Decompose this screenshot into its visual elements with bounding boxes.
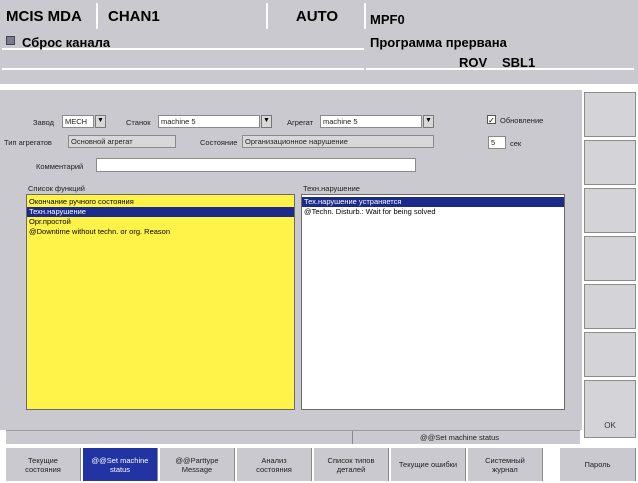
comment-field[interactable]	[96, 158, 416, 172]
functions-list[interactable]: Окончание ручного состояния Техн.нарушен…	[26, 194, 295, 410]
softkey-state-analysis[interactable]: Анализ состояния	[237, 448, 312, 481]
unit-field[interactable]: machine 5	[320, 115, 422, 128]
list-item-selected[interactable]: Техн.нарушение	[27, 207, 294, 217]
vertical-softkey-3[interactable]	[584, 188, 636, 233]
program-status: Программа прервана	[370, 35, 507, 50]
softkey-parttype-list[interactable]: Список типов деталей	[314, 448, 389, 481]
update-label: Обновление	[500, 116, 544, 125]
vertical-softkey-5[interactable]	[584, 284, 636, 329]
state-field: Организационное нарушение	[242, 135, 434, 148]
unit-type-field: Основной агрегат	[68, 135, 176, 148]
update-interval-field[interactable]: 5	[488, 136, 506, 149]
sbl-indicator: SBL1	[502, 55, 536, 70]
mode-indicator: MCIS MDA	[2, 3, 98, 29]
state-label: Состояние	[200, 138, 238, 147]
auto-mode-indicator: AUTO	[270, 3, 366, 29]
rov-indicator: ROV	[459, 55, 488, 70]
machine-dropdown-icon[interactable]: ▼	[261, 115, 272, 128]
plant-label: Завод	[33, 118, 54, 127]
machine-field[interactable]: machine 5	[158, 115, 260, 128]
ok-label: OK	[604, 421, 616, 430]
softkey-set-machine-status[interactable]: @@Set machine status	[83, 448, 158, 481]
update-interval-unit: сек	[510, 139, 522, 148]
vertical-softkey-6[interactable]	[584, 332, 636, 377]
softkey-password[interactable]: Пароль	[560, 448, 636, 481]
list-item[interactable]: @Downtime without techn. or org. Reason	[27, 227, 294, 237]
plant-field[interactable]: MECH	[62, 115, 94, 128]
header-row3-left	[2, 52, 364, 70]
unit-type-label: Тип агрегатов	[4, 138, 52, 147]
tech-list-title: Техн.нарушение	[303, 184, 360, 193]
plant-dropdown-icon[interactable]: ▼	[95, 115, 106, 128]
softkey-parttype-message[interactable]: @@Parttype Message	[160, 448, 235, 481]
status-message: @@Set machine status	[420, 433, 500, 442]
list-item[interactable]: Орг.простой	[27, 217, 294, 227]
comment-label: Комментарий	[36, 162, 84, 171]
ok-button[interactable]: OK	[584, 380, 636, 438]
list-item-selected[interactable]: Тех.нарушение устраняется	[302, 197, 564, 207]
header-row3-right	[366, 52, 634, 70]
status-bar-divider	[352, 431, 353, 444]
machine-label: Станок	[126, 118, 151, 127]
vertical-softkey-2[interactable]	[584, 140, 636, 185]
unit-label: Агрегат	[287, 118, 314, 127]
unit-dropdown-icon[interactable]: ▼	[423, 115, 434, 128]
program-name: MPF0	[370, 12, 405, 27]
channel-indicator: CHAN1	[100, 3, 268, 29]
functions-list-title: Список функций	[28, 184, 85, 193]
vertical-softkey-1[interactable]	[584, 92, 636, 137]
softkey-current-states[interactable]: Текущие состояния	[6, 448, 81, 481]
softkey-system-log[interactable]: Системный журнал	[468, 448, 543, 481]
reset-icon	[6, 36, 15, 45]
list-item[interactable]: Окончание ручного состояния	[27, 197, 294, 207]
list-item[interactable]: @Techn. Disturb.: Wait for being solved	[302, 207, 564, 217]
tech-disturbance-list[interactable]: Тех.нарушение устраняется @Techn. Distur…	[301, 194, 565, 410]
softkey-current-errors[interactable]: Текущие ошибки	[391, 448, 466, 481]
vertical-softkey-4[interactable]	[584, 236, 636, 281]
channel-reset-status: Сброс канала	[22, 35, 111, 50]
update-checkbox[interactable]: ✓	[487, 115, 496, 125]
